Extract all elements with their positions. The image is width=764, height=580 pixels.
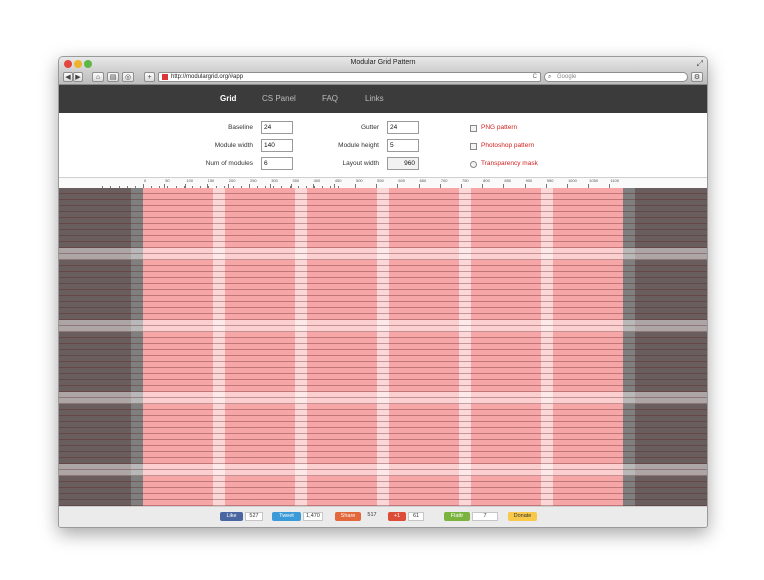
module-width-label: Module width: [214, 142, 253, 149]
ruler-label: 700: [440, 178, 448, 183]
address-text: http://modulargrid.org/#app: [171, 74, 244, 80]
ruler-label: 350: [292, 178, 300, 183]
flattr-count: 7: [472, 512, 498, 521]
ruler-label: 600: [398, 178, 406, 183]
ruler-label: 800: [483, 178, 490, 183]
layout-width-value: 960: [387, 157, 419, 170]
baseline-label: Baseline: [228, 124, 253, 131]
window-title: Modular Grid Pattern: [350, 59, 416, 66]
nav-links[interactable]: Links: [365, 94, 384, 103]
facebook-like-button[interactable]: Like: [220, 512, 243, 521]
gutter-label: Gutter: [360, 124, 379, 131]
module-height-label: Module height: [338, 142, 379, 149]
ruler-label: 1000: [567, 178, 577, 183]
title-bar: Modular Grid Pattern ⤢: [59, 57, 707, 71]
grid-settings-panel: Baseline 24 Module width 140 Num of modu…: [59, 113, 707, 177]
ruler-label: 1100: [610, 178, 619, 183]
tweet-button[interactable]: Tweet: [272, 512, 301, 521]
ruler-label: 300: [271, 178, 278, 183]
fullscreen-icon[interactable]: ⤢: [697, 59, 703, 69]
forward-button[interactable]: ▶: [73, 72, 83, 82]
search-icon: ⌕: [548, 74, 552, 80]
back-button[interactable]: ◀: [63, 72, 73, 82]
ruler-label: 850: [504, 178, 512, 183]
layout-width-label: Layout width: [342, 160, 380, 167]
browser-window: Modular Grid Pattern ⤢ ◀ ▶ ⌂ ▤ ◎ + http:…: [58, 56, 708, 528]
grid-preview: [59, 188, 707, 506]
baseline-lines: [59, 188, 707, 506]
nav-faq[interactable]: FAQ: [322, 94, 338, 103]
tweet-count: 1,470: [303, 512, 323, 521]
ruler-label: 100: [186, 178, 194, 183]
like-count: 527: [245, 512, 263, 521]
ruler-label: 200: [228, 178, 236, 183]
settings-gear-icon[interactable]: ⚙: [691, 72, 703, 82]
address-bar[interactable]: http://modulargrid.org/#app C: [158, 72, 541, 82]
ruler-label: 650: [419, 178, 427, 183]
gutter-input[interactable]: 24: [387, 121, 419, 134]
browser-toolbar: ◀ ▶ ⌂ ▤ ◎ + http://modulargrid.org/#app …: [59, 71, 707, 85]
search-field[interactable]: ⌕ Google: [544, 72, 688, 82]
mask-icon: [470, 161, 477, 168]
share-count: 517: [367, 512, 377, 518]
num-modules-input[interactable]: 6: [261, 157, 293, 170]
ruler-label: 950: [546, 178, 554, 183]
ruler-label: 550: [377, 178, 384, 183]
ruler-label: 0: [144, 178, 147, 183]
module-height-input[interactable]: 5: [387, 139, 419, 152]
site-favicon-icon: [162, 74, 168, 80]
image-icon: [470, 125, 477, 132]
ruler-label: 900: [525, 178, 533, 183]
home-icon[interactable]: ⌂: [92, 72, 104, 82]
ruler-label: 50: [165, 178, 170, 183]
module-width-input[interactable]: 140: [261, 139, 293, 152]
ruler-label: 750: [461, 178, 469, 183]
ruler-label: 150: [207, 178, 215, 183]
png-pattern-link[interactable]: PNG pattern: [481, 124, 517, 131]
google-plus-count: 61: [408, 512, 424, 521]
reload-button[interactable]: C: [533, 73, 537, 82]
nav-cs-panel[interactable]: CS Panel: [262, 94, 296, 103]
share-button[interactable]: Share: [335, 512, 361, 521]
ruler-label: 500: [355, 178, 363, 183]
search-placeholder: Google: [557, 74, 577, 80]
sidebar-icon[interactable]: ▤: [107, 72, 119, 82]
ruler-label: 400: [313, 178, 321, 183]
social-footer: Like 527 Tweet 1,470 Share 517 +1 61 Fla…: [59, 506, 707, 527]
baseline-input[interactable]: 24: [261, 121, 293, 134]
transparency-mask-link[interactable]: Transparency mask: [481, 160, 538, 167]
nav-grid[interactable]: Grid: [220, 94, 236, 103]
flattr-button[interactable]: Flattr: [444, 512, 470, 521]
history-icon[interactable]: ◎: [122, 72, 134, 82]
photoshop-icon: [470, 143, 477, 150]
num-modules-label: Num of modules: [205, 160, 253, 167]
site-nav: Grid CS Panel FAQ Links: [59, 85, 707, 113]
google-plus-button[interactable]: +1: [388, 512, 406, 521]
ruler-label: 1050: [589, 178, 599, 183]
ruler-label: 250: [249, 178, 257, 183]
new-tab-button[interactable]: +: [144, 72, 155, 82]
photoshop-pattern-link[interactable]: Photoshop pattern: [481, 142, 534, 149]
ruler-label: 450: [334, 178, 342, 183]
donate-button[interactable]: Donate: [508, 512, 537, 521]
